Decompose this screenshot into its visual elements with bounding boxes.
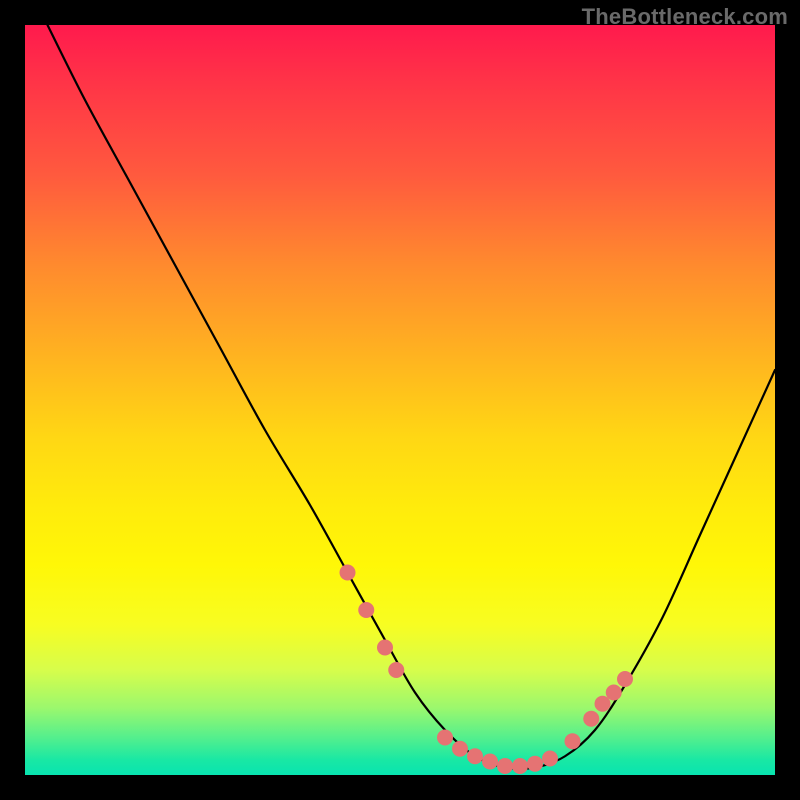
- highlight-dot: [542, 751, 558, 767]
- highlight-dot: [340, 565, 356, 581]
- highlight-dot: [377, 640, 393, 656]
- highlight-dot: [452, 741, 468, 757]
- highlight-dot: [512, 758, 528, 774]
- curve-line: [48, 25, 776, 769]
- highlight-dot: [565, 733, 581, 749]
- highlight-dot: [527, 756, 543, 772]
- highlight-dot: [583, 711, 599, 727]
- watermark-text: TheBottleneck.com: [582, 4, 788, 30]
- curve-line-group: [48, 25, 776, 769]
- highlight-dot: [482, 754, 498, 770]
- highlight-dot: [467, 748, 483, 764]
- chart-frame: TheBottleneck.com: [0, 0, 800, 800]
- highlight-dot: [617, 671, 633, 687]
- highlight-dot: [437, 730, 453, 746]
- highlight-dot: [388, 662, 404, 678]
- highlight-dots-group: [340, 565, 634, 775]
- highlight-dot: [497, 758, 513, 774]
- plot-area: [25, 25, 775, 775]
- highlight-dot: [358, 602, 374, 618]
- chart-svg: [25, 25, 775, 775]
- highlight-dot: [606, 685, 622, 701]
